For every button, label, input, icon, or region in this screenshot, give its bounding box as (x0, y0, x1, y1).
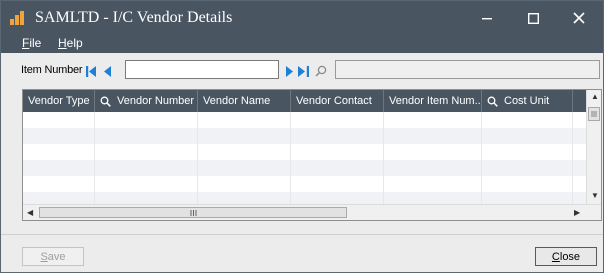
window-title: SAMLTD - I/C Vendor Details (35, 9, 233, 26)
previous-record-icon (104, 65, 111, 77)
maximize-button[interactable] (510, 1, 556, 35)
column-header-vendor-item-number[interactable]: Vendor Item Num... (384, 90, 482, 112)
vendor-details-window: SAMLTD - I/C Vendor Details File Help It… (0, 0, 604, 273)
scroll-right-arrow-icon[interactable]: ▶ (574, 209, 580, 217)
item-lookup-button[interactable] (315, 65, 327, 77)
menu-help-accelerator: H (58, 36, 67, 50)
search-icon (315, 65, 327, 77)
search-icon (487, 96, 498, 107)
table-row[interactable] (23, 144, 586, 160)
column-header-label: Vendor Type (28, 95, 90, 107)
grip-icon (190, 209, 196, 216)
last-record-icon (298, 65, 309, 77)
menu-help-label: elp (66, 36, 83, 50)
column-header-label: Vendor Item Num... (389, 95, 482, 107)
vendor-grid[interactable]: Vendor Type Vendor Number Vendor Name Ve… (22, 89, 602, 221)
item-number-bar: Item Number (1, 53, 603, 87)
next-record-button[interactable] (285, 65, 293, 77)
title-bar: SAMLTD - I/C Vendor Details (1, 1, 603, 35)
grid-header-row: Vendor Type Vendor Number Vendor Name Ve… (23, 90, 586, 112)
column-header-label: Vendor Contact (296, 95, 372, 107)
save-label: ave (47, 250, 66, 263)
table-row[interactable] (23, 128, 586, 144)
save-accelerator: S (40, 250, 48, 263)
bar-chart-app-icon (10, 11, 25, 25)
table-row[interactable] (23, 176, 586, 192)
menu-file[interactable]: File (22, 36, 41, 50)
close-window-button[interactable] (556, 1, 602, 35)
column-header-cost-unit[interactable]: Cost Unit (482, 90, 573, 112)
previous-record-button[interactable] (104, 65, 112, 77)
last-record-button[interactable] (298, 65, 309, 77)
menu-file-label: ile (29, 36, 42, 50)
first-record-icon (86, 65, 96, 77)
scroll-left-arrow-icon[interactable]: ◀ (27, 209, 33, 217)
grip-icon (591, 111, 597, 117)
vertical-scroll-thumb[interactable] (588, 107, 600, 121)
close-label: lose (559, 250, 581, 263)
column-header-overflow (573, 90, 586, 112)
column-header-label: Vendor Number (117, 95, 195, 107)
column-header-label: Cost Unit (504, 95, 550, 107)
close-icon (573, 12, 585, 24)
menu-help[interactable]: Help (58, 36, 83, 50)
horizontal-scrollbar[interactable]: ◀ ▶ (23, 204, 601, 220)
column-header-vendor-name[interactable]: Vendor Name (198, 90, 291, 112)
item-number-label: Item Number (21, 64, 83, 76)
maximize-icon (527, 12, 539, 24)
grid-rows (23, 112, 586, 208)
next-record-icon (286, 65, 293, 77)
minimize-icon (481, 17, 492, 19)
close-accelerator: C (551, 250, 560, 263)
close-button[interactable]: Close (535, 247, 597, 266)
column-header-vendor-number[interactable]: Vendor Number (95, 90, 198, 112)
scroll-up-arrow-icon[interactable]: ▲ (591, 93, 599, 101)
column-header-vendor-type[interactable]: Vendor Type (23, 90, 95, 112)
menu-bar: File Help (1, 35, 603, 53)
column-header-vendor-contact[interactable]: Vendor Contact (291, 90, 384, 112)
column-header-label: Vendor Name (203, 95, 271, 107)
minimize-button[interactable] (464, 1, 510, 35)
first-record-button[interactable] (86, 65, 97, 77)
table-row[interactable] (23, 160, 586, 176)
search-icon (100, 96, 111, 107)
item-number-input[interactable] (125, 60, 279, 79)
table-row[interactable] (23, 112, 586, 128)
save-button[interactable]: Save (22, 247, 84, 266)
vertical-scrollbar[interactable]: ▲ ▼ (586, 90, 601, 204)
footer-divider (1, 234, 603, 235)
scroll-down-arrow-icon[interactable]: ▼ (591, 192, 599, 200)
item-description-field (335, 60, 600, 79)
horizontal-scroll-thumb[interactable] (39, 207, 347, 218)
